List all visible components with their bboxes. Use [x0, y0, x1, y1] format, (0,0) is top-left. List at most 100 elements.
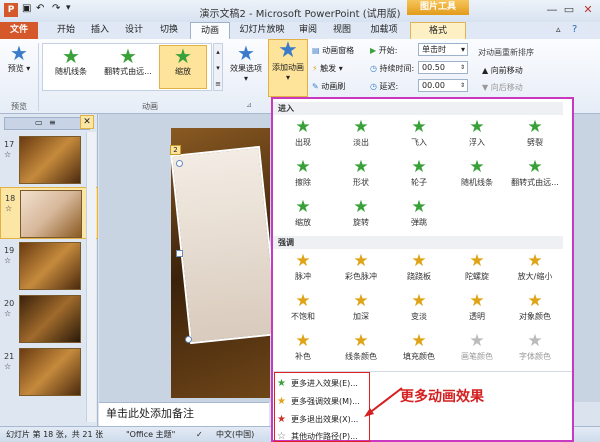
- gallery-scroll[interactable]: ▴ ▾ ≡: [213, 43, 223, 91]
- duration-label-row: ◷ 持续时间:: [370, 63, 414, 74]
- powerpoint-window: P ▣ ↶ ↷ ▾ 演示文稿2 - Microsoft PowerPoint (…: [0, 0, 600, 442]
- entrance-effect[interactable]: ★ 劈裂: [507, 119, 563, 148]
- gallery-random-bars[interactable]: ★ 随机线条: [47, 46, 95, 77]
- emphasis-effect[interactable]: ★ 补色: [275, 333, 331, 362]
- preview-button[interactable]: ★ 预览 ▾: [4, 43, 34, 74]
- start-select[interactable]: 单击时 ▾: [418, 43, 468, 56]
- emphasis-effect[interactable]: ★ 透明: [449, 293, 505, 322]
- effect-options-button[interactable]: ★ 效果选项 ▾: [226, 43, 266, 83]
- entrance-star-icon: ★: [353, 157, 369, 177]
- thumbnail-row[interactable]: 17 ☆: [0, 134, 98, 186]
- effect-label: 旋转: [353, 218, 369, 227]
- tab-view[interactable]: 视图: [330, 22, 354, 39]
- entrance-effect[interactable]: ★ 飞入: [391, 119, 447, 148]
- dialog-launcher-icon[interactable]: ⊿: [246, 101, 252, 109]
- entrance-effect[interactable]: ★ 弹跳: [391, 199, 447, 228]
- minimize-ribbon-icon[interactable]: ▵: [556, 25, 561, 35]
- entrance-effect[interactable]: ★ 形状: [333, 159, 389, 188]
- tab-design[interactable]: 设计: [120, 22, 148, 39]
- emphasis-effect[interactable]: ★ 放大/缩小: [507, 253, 563, 282]
- customize-qat-icon[interactable]: ▾: [66, 3, 71, 13]
- maximize-icon[interactable]: ▭: [561, 3, 577, 17]
- slide-thumbnail[interactable]: [20, 190, 82, 238]
- emphasis-effect[interactable]: ★ 彩色脉冲: [333, 253, 389, 282]
- move-earlier-button[interactable]: ▲ 向前移动: [482, 65, 523, 76]
- delay-input[interactable]: 00.00 ⇕: [418, 79, 468, 92]
- emphasis-effect[interactable]: ★ 陀螺旋: [449, 253, 505, 282]
- spellcheck-icon[interactable]: ✓: [196, 427, 203, 442]
- entrance-effect[interactable]: ★ 出现: [275, 119, 331, 148]
- emphasis-effect[interactable]: ★ 画笔颜色: [449, 333, 505, 362]
- entrance-effect[interactable]: ★ 旋转: [333, 199, 389, 228]
- gallery-flip[interactable]: ★ 翻转式由远...: [101, 46, 155, 77]
- slide-thumbnail[interactable]: [19, 295, 81, 343]
- emphasis-effect[interactable]: ★ 跷跷板: [391, 253, 447, 282]
- entrance-effect[interactable]: ★ 缩放: [275, 199, 331, 228]
- tab-review[interactable]: 审阅: [296, 22, 320, 39]
- tab-insert[interactable]: 插入: [86, 22, 114, 39]
- move-later-button[interactable]: ▼ 向后移动: [482, 82, 523, 93]
- animation-pane-button[interactable]: ▤ 动画窗格: [312, 45, 354, 56]
- thumbnail-row[interactable]: 21 ☆: [0, 346, 98, 398]
- window-title: 演示文稿2 - Microsoft PowerPoint (试用版): [199, 9, 401, 20]
- add-animation-button[interactable]: ★ 添加动画 ▾: [268, 39, 308, 97]
- delay-label-row: ◷ 延迟:: [370, 81, 398, 92]
- outline-tab-icon[interactable]: ≡: [49, 118, 56, 127]
- entrance-effect[interactable]: ★ 轮子: [391, 159, 447, 188]
- trigger-button[interactable]: ⚡ 触发 ▾: [312, 63, 343, 74]
- animation-painter-button[interactable]: ✎ 动画刷: [312, 81, 345, 92]
- thumbnail-scrollbar[interactable]: [86, 132, 96, 422]
- slides-tab-icon[interactable]: ▭: [35, 118, 43, 127]
- effect-label: 浮入: [469, 138, 485, 147]
- language-indicator[interactable]: 中文(中国): [216, 427, 254, 442]
- emphasis-effect[interactable]: ★ 不饱和: [275, 293, 331, 322]
- animation-gallery: ★ 随机线条 ★ 翻转式由远... ★ 缩放: [42, 43, 212, 91]
- preview-label: 预览: [7, 64, 24, 73]
- emphasis-star-icon: ★: [411, 331, 427, 351]
- tab-home[interactable]: 开始: [52, 22, 80, 39]
- slide-thumbnail[interactable]: [19, 348, 81, 396]
- gallery-zoom-selected[interactable]: ★ 缩放: [159, 45, 207, 89]
- entrance-effect[interactable]: ★ 翻转式由远...: [507, 159, 563, 188]
- animation-pane-icon: ▤: [312, 46, 320, 55]
- emphasis-effect[interactable]: ★ 加深: [333, 293, 389, 322]
- tab-format[interactable]: 格式: [410, 22, 466, 39]
- slide-thumbnail[interactable]: [19, 136, 81, 184]
- effect-label: 加深: [353, 312, 369, 321]
- notes-pane[interactable]: 单击此处添加备注: [99, 402, 269, 426]
- thumbnail-row[interactable]: 20 ☆: [0, 293, 98, 345]
- tab-file[interactable]: 文件: [0, 22, 38, 39]
- entrance-star-icon: ★: [353, 117, 369, 137]
- resize-handle[interactable]: [176, 160, 183, 167]
- redo-icon[interactable]: ↷: [52, 3, 60, 14]
- save-icon[interactable]: ▣: [22, 3, 31, 14]
- tab-addins[interactable]: 加载项: [366, 22, 402, 39]
- emphasis-effect[interactable]: ★ 脉冲: [275, 253, 331, 282]
- thumbnail-row-selected[interactable]: 18 ☆: [0, 187, 98, 239]
- close-panel-icon[interactable]: ✕: [80, 115, 94, 129]
- resize-handle[interactable]: [185, 336, 192, 343]
- entrance-star-icon: ★: [469, 117, 485, 137]
- emphasis-effect[interactable]: ★ 字体颜色: [507, 333, 563, 362]
- minimize-icon[interactable]: —: [544, 3, 560, 17]
- help-icon[interactable]: ?: [572, 24, 577, 35]
- slide-thumbnail[interactable]: [19, 242, 81, 290]
- tab-slideshow[interactable]: 幻灯片放映: [234, 22, 290, 39]
- entrance-effect[interactable]: ★ 淡出: [333, 119, 389, 148]
- thumbnail-row[interactable]: 19 ☆: [0, 240, 98, 292]
- emphasis-effect[interactable]: ★ 填充颜色: [391, 333, 447, 362]
- tab-animations[interactable]: 动画: [190, 22, 230, 39]
- close-icon[interactable]: ✕: [580, 3, 596, 17]
- emphasis-star-icon: ★: [527, 251, 543, 271]
- tab-transitions[interactable]: 切换: [155, 22, 183, 39]
- entrance-effect[interactable]: ★ 擦除: [275, 159, 331, 188]
- undo-icon[interactable]: ↶: [36, 3, 44, 14]
- emphasis-effect[interactable]: ★ 对象颜色: [507, 293, 563, 322]
- duration-input[interactable]: 00.50 ⇕: [418, 61, 468, 74]
- resize-handle[interactable]: [176, 250, 183, 257]
- emphasis-effect[interactable]: ★ 线条颜色: [333, 333, 389, 362]
- entrance-effect[interactable]: ★ 浮入: [449, 119, 505, 148]
- emphasis-effect[interactable]: ★ 变淡: [391, 293, 447, 322]
- entrance-effect[interactable]: ★ 随机线条: [449, 159, 505, 188]
- effect-label: 擦除: [295, 178, 311, 187]
